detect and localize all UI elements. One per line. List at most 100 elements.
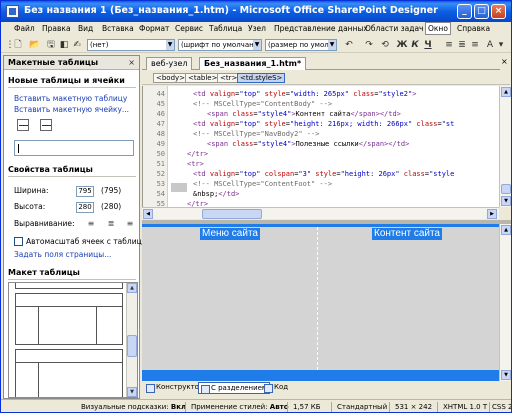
- menu-tools[interactable]: Сервис: [173, 23, 205, 35]
- scroll-right-icon[interactable]: ▶: [487, 209, 497, 219]
- scroll-down-icon[interactable]: ▼: [127, 387, 137, 397]
- layout-thumbnail[interactable]: [15, 349, 123, 397]
- code-line[interactable]: 47 <td valign="top" style="height: 216px;…: [143, 119, 499, 129]
- width-input[interactable]: 795: [76, 186, 94, 197]
- close-button[interactable]: ×: [491, 4, 506, 19]
- scroll-up-icon[interactable]: ▲: [501, 225, 511, 235]
- bold-button[interactable]: Ж: [396, 39, 408, 51]
- design-vertical-scrollbar[interactable]: ▲ ▼: [499, 224, 511, 381]
- menu-task-panes[interactable]: Области задач: [363, 23, 425, 35]
- code-line[interactable]: 48 <!-- MSCellType="NavBody2" -->: [143, 129, 499, 139]
- page-margins-link[interactable]: Задать поля страницы...: [14, 250, 111, 259]
- align-left-icon[interactable]: ≡: [86, 219, 96, 229]
- scroll-thumb[interactable]: [127, 335, 137, 357]
- tab-website[interactable]: веб-узел: [146, 57, 193, 70]
- menu-data-view[interactable]: Представление данных: [272, 23, 370, 35]
- autoscale-checkbox[interactable]: [14, 237, 23, 246]
- scroll-up-icon[interactable]: ▲: [127, 283, 137, 293]
- align-center-icon[interactable]: ≣: [456, 39, 468, 51]
- draw-cell-icon[interactable]: [40, 119, 52, 131]
- font-size-combo[interactable]: (размер по умолча ▼: [265, 39, 337, 51]
- code-view[interactable]: 44 <td valign="top" style="width: 265px" …: [142, 86, 499, 207]
- underline-button[interactable]: Ч: [422, 39, 434, 51]
- chevron-down-icon[interactable]: ▼: [328, 40, 336, 50]
- publish-icon[interactable]: ✍: [71, 39, 83, 51]
- sharepoint-designer-icon[interactable]: [6, 5, 19, 18]
- tag-body[interactable]: <body>: [153, 73, 189, 83]
- menu-site[interactable]: Узел: [246, 23, 268, 35]
- layout-templates-list[interactable]: ▲ ▼: [8, 282, 138, 398]
- menu-format[interactable]: Формат: [137, 23, 171, 35]
- design-view[interactable]: Меню сайта Контент сайта: [142, 224, 499, 381]
- menu-view[interactable]: Вид: [76, 23, 95, 35]
- menu-insert[interactable]: Вставка: [100, 23, 136, 35]
- code-line[interactable]: 50 </tr>: [143, 149, 499, 159]
- style-combo[interactable]: (нет) ▼: [87, 39, 175, 51]
- layout-thumbnail[interactable]: [15, 283, 123, 289]
- tab-document[interactable]: Без_названия_1.htm*: [199, 57, 307, 70]
- align-right-icon[interactable]: ≡: [469, 39, 481, 51]
- layout-thumbnail[interactable]: [15, 293, 123, 345]
- undo-icon[interactable]: ↶: [343, 39, 355, 51]
- scroll-thumb[interactable]: [501, 184, 511, 194]
- code-line[interactable]: 51 <tr>: [143, 159, 499, 169]
- design-view-button[interactable]: Конструктор: [144, 382, 205, 394]
- insert-layout-table-link[interactable]: Вставить макетную таблицу: [14, 94, 127, 103]
- table-preview-box[interactable]: [14, 140, 134, 156]
- toolbar-options-icon[interactable]: ▾: [495, 39, 507, 51]
- scroll-up-icon[interactable]: ▲: [501, 87, 511, 97]
- new-page-icon[interactable]: 🗋: [12, 39, 24, 51]
- italic-button[interactable]: К: [409, 39, 421, 51]
- chevron-down-icon[interactable]: ▼: [166, 40, 174, 50]
- insert-layout-cell-link[interactable]: Вставить макетную ячейку...: [14, 105, 129, 114]
- scroll-left-icon[interactable]: ◀: [143, 209, 153, 219]
- code-line[interactable]: 44 <td valign="top" style="width: 265px" …: [143, 89, 499, 99]
- align-right-icon[interactable]: ≡: [125, 219, 135, 229]
- title-bar[interactable]: Без названия 1 (Без_названия_1.htm) - Mi…: [1, 1, 511, 22]
- menu-window[interactable]: Окно: [425, 22, 451, 35]
- redo-icon[interactable]: ↷: [363, 39, 375, 51]
- code-view-button[interactable]: Код: [262, 382, 290, 394]
- scroll-thumb[interactable]: [202, 209, 262, 219]
- visual-aids-status[interactable]: Визуальные подсказки: Вкл: [81, 402, 186, 412]
- close-icon[interactable]: ×: [128, 58, 135, 67]
- maximize-button[interactable]: □: [474, 4, 489, 19]
- code-line[interactable]: 52 <td valign="top" colspan="3" style="he…: [143, 169, 499, 179]
- open-folder-icon[interactable]: 📂: [29, 39, 41, 51]
- code-line[interactable]: 55 </tr>: [143, 199, 499, 207]
- align-center-icon[interactable]: ≣: [106, 219, 116, 229]
- style-application-status[interactable]: Применение стилей: Авто: [191, 402, 289, 412]
- height-input[interactable]: 280: [76, 202, 94, 213]
- insert-function-icon[interactable]: ⟲: [379, 39, 391, 51]
- save-icon[interactable]: 🖫: [45, 39, 57, 51]
- menu-help[interactable]: Справка: [455, 23, 492, 35]
- close-document-icon[interactable]: ×: [501, 57, 508, 66]
- code-line[interactable]: 49 <span class="style4">Полезные ссылки</…: [143, 139, 499, 149]
- code-vertical-scrollbar[interactable]: ▲ ▼: [499, 86, 511, 207]
- scroll-down-icon[interactable]: ▼: [501, 370, 511, 380]
- preview-icon[interactable]: ◧: [58, 39, 70, 51]
- draw-table-icon[interactable]: [17, 119, 29, 131]
- layout-list-scrollbar[interactable]: ▲ ▼: [126, 283, 137, 397]
- code-line[interactable]: 53 <!-- MSCellType="ContentFoot" -->: [143, 179, 499, 189]
- tag-table[interactable]: <table>: [185, 73, 221, 83]
- content-cell[interactable]: Контент сайта: [318, 227, 499, 370]
- minimize-button[interactable]: _: [457, 4, 472, 19]
- tag-td-active[interactable]: <td.styleS>: [237, 73, 286, 83]
- css-version-status[interactable]: CSS 2.1: [492, 402, 511, 412]
- scroll-down-icon[interactable]: ▼: [501, 196, 511, 206]
- code-line[interactable]: 46 <span class="style4">Контент сайта</sp…: [143, 109, 499, 119]
- menu-cell[interactable]: Меню сайта: [142, 227, 318, 370]
- menu-table[interactable]: Таблица: [207, 23, 244, 35]
- footer-cell[interactable]: [142, 370, 499, 381]
- code-horizontal-scrollbar[interactable]: ◀ ▶: [142, 207, 499, 219]
- align-left-icon[interactable]: ≡: [443, 39, 455, 51]
- doctype-status[interactable]: XHTML 1.0 T: [443, 402, 487, 412]
- split-view-button[interactable]: С разделением: [198, 382, 271, 394]
- chevron-down-icon[interactable]: ▼: [253, 40, 261, 50]
- menu-edit[interactable]: Правка: [40, 23, 73, 35]
- font-combo[interactable]: (шрифт по умолчанию) ▼: [178, 39, 262, 51]
- code-line[interactable]: 45 <!-- MSCellType="ContentBody" -->: [143, 99, 499, 109]
- menu-file[interactable]: Файл: [12, 23, 37, 35]
- code-line[interactable]: 54 &nbsp;</td>: [143, 189, 499, 199]
